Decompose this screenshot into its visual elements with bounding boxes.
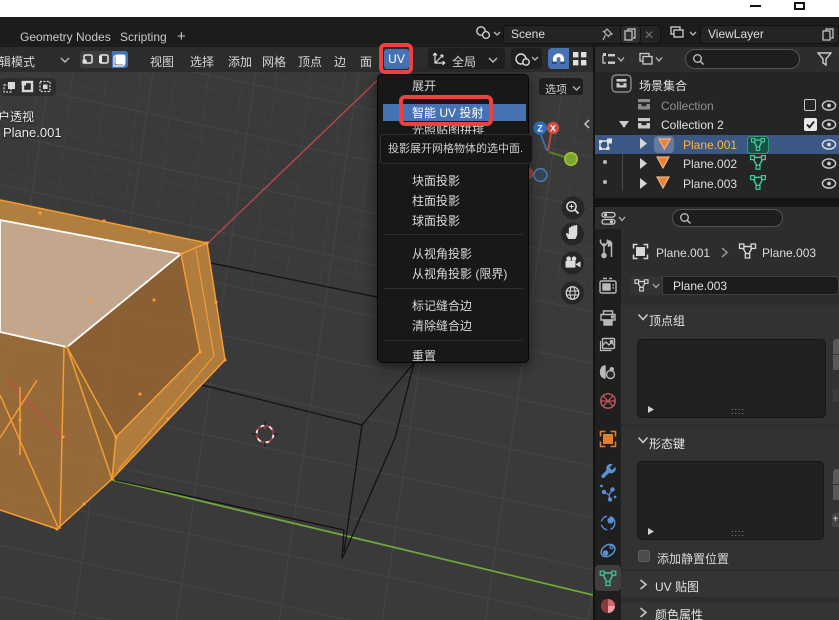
- svg-text:Z: Z: [537, 124, 543, 134]
- svg-text:X: X: [550, 124, 556, 134]
